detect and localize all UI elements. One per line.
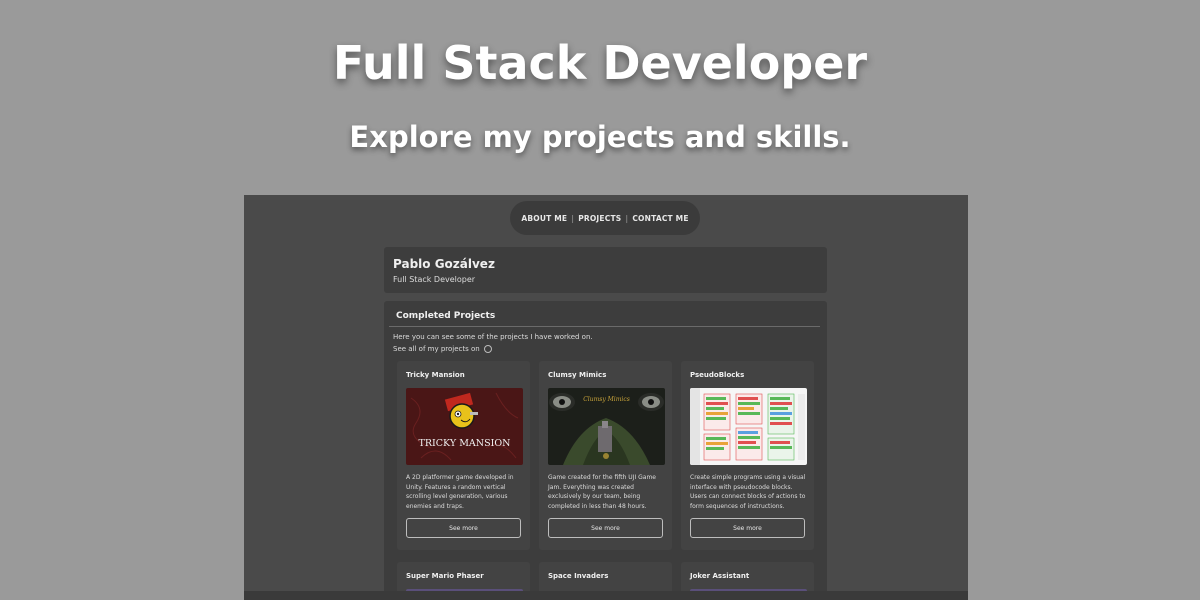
profile-role: Full Stack Developer — [393, 275, 476, 284]
screenshot-bottom-edge — [244, 591, 968, 600]
project-title: Tricky Mansion — [406, 371, 465, 379]
all-projects-line: See all of my projects on — [393, 345, 492, 353]
all-projects-text: See all of my projects on — [393, 345, 480, 353]
hero-subtitle: Explore my projects and skills. — [349, 120, 851, 154]
project-description: Create simple programs using a visual in… — [690, 474, 806, 510]
project-description: Game created for the fifth UJI Game Jam.… — [548, 474, 656, 510]
project-card-clumsy-mimics: Clumsy Mimics Clumsy Mimics Game created… — [539, 361, 672, 550]
tricky-mansion-artwork: TRICKY MANSION — [406, 388, 523, 465]
project-title: Space Invaders — [548, 572, 609, 580]
see-more-button[interactable]: See more — [690, 518, 805, 538]
project-image-clumsy-mimics: Clumsy Mimics — [548, 388, 665, 465]
project-title: Clumsy Mimics — [548, 371, 607, 379]
github-icon[interactable] — [483, 345, 492, 353]
website-screenshot: ABOUT ME | PROJECTS | CONTACT ME Pablo G… — [244, 195, 968, 600]
project-card-pseudoblocks: PseudoBlocks Create simple programs usin… — [681, 361, 814, 550]
projects-section-title: Completed Projects — [396, 311, 496, 321]
pseudoblocks-screenshot — [690, 388, 807, 465]
profile-card: Pablo Gozálvez Full Stack Developer — [384, 247, 827, 293]
clumsy-mimics-artwork: Clumsy Mimics — [548, 388, 665, 465]
project-image-pseudoblocks — [690, 388, 807, 465]
projects-section: Completed Projects Here you can see some… — [384, 301, 827, 600]
project-description: A 2D platformer game developed in Unity.… — [406, 474, 514, 510]
hero-title: Full Stack Developer — [332, 36, 868, 90]
clumsy-mimics-logo-text: Clumsy Mimics — [583, 396, 630, 403]
nav-separator: | — [571, 213, 575, 223]
project-card-tricky-mansion: Tricky Mansion TRICKY MANSION A 2D platf… — [397, 361, 530, 550]
tricky-mansion-logo-text: TRICKY MANSION — [419, 438, 511, 449]
profile-name: Pablo Gozálvez — [393, 257, 495, 271]
nav-bar: ABOUT ME | PROJECTS | CONTACT ME — [510, 201, 700, 235]
divider — [389, 326, 820, 327]
project-title: Joker Assistant — [690, 572, 750, 580]
project-title: PseudoBlocks — [690, 371, 745, 379]
nav-contact-me[interactable]: CONTACT ME — [632, 214, 688, 223]
see-more-button[interactable]: See more — [548, 518, 663, 538]
nav-separator: | — [625, 213, 629, 223]
project-title: Super Mario Phaser — [406, 572, 484, 580]
project-image-tricky-mansion: TRICKY MANSION — [406, 388, 523, 465]
see-more-button[interactable]: See more — [406, 518, 521, 538]
projects-intro: Here you can see some of the projects I … — [393, 333, 593, 341]
nav-projects[interactable]: PROJECTS — [578, 214, 621, 223]
nav-about-me[interactable]: ABOUT ME — [521, 214, 567, 223]
